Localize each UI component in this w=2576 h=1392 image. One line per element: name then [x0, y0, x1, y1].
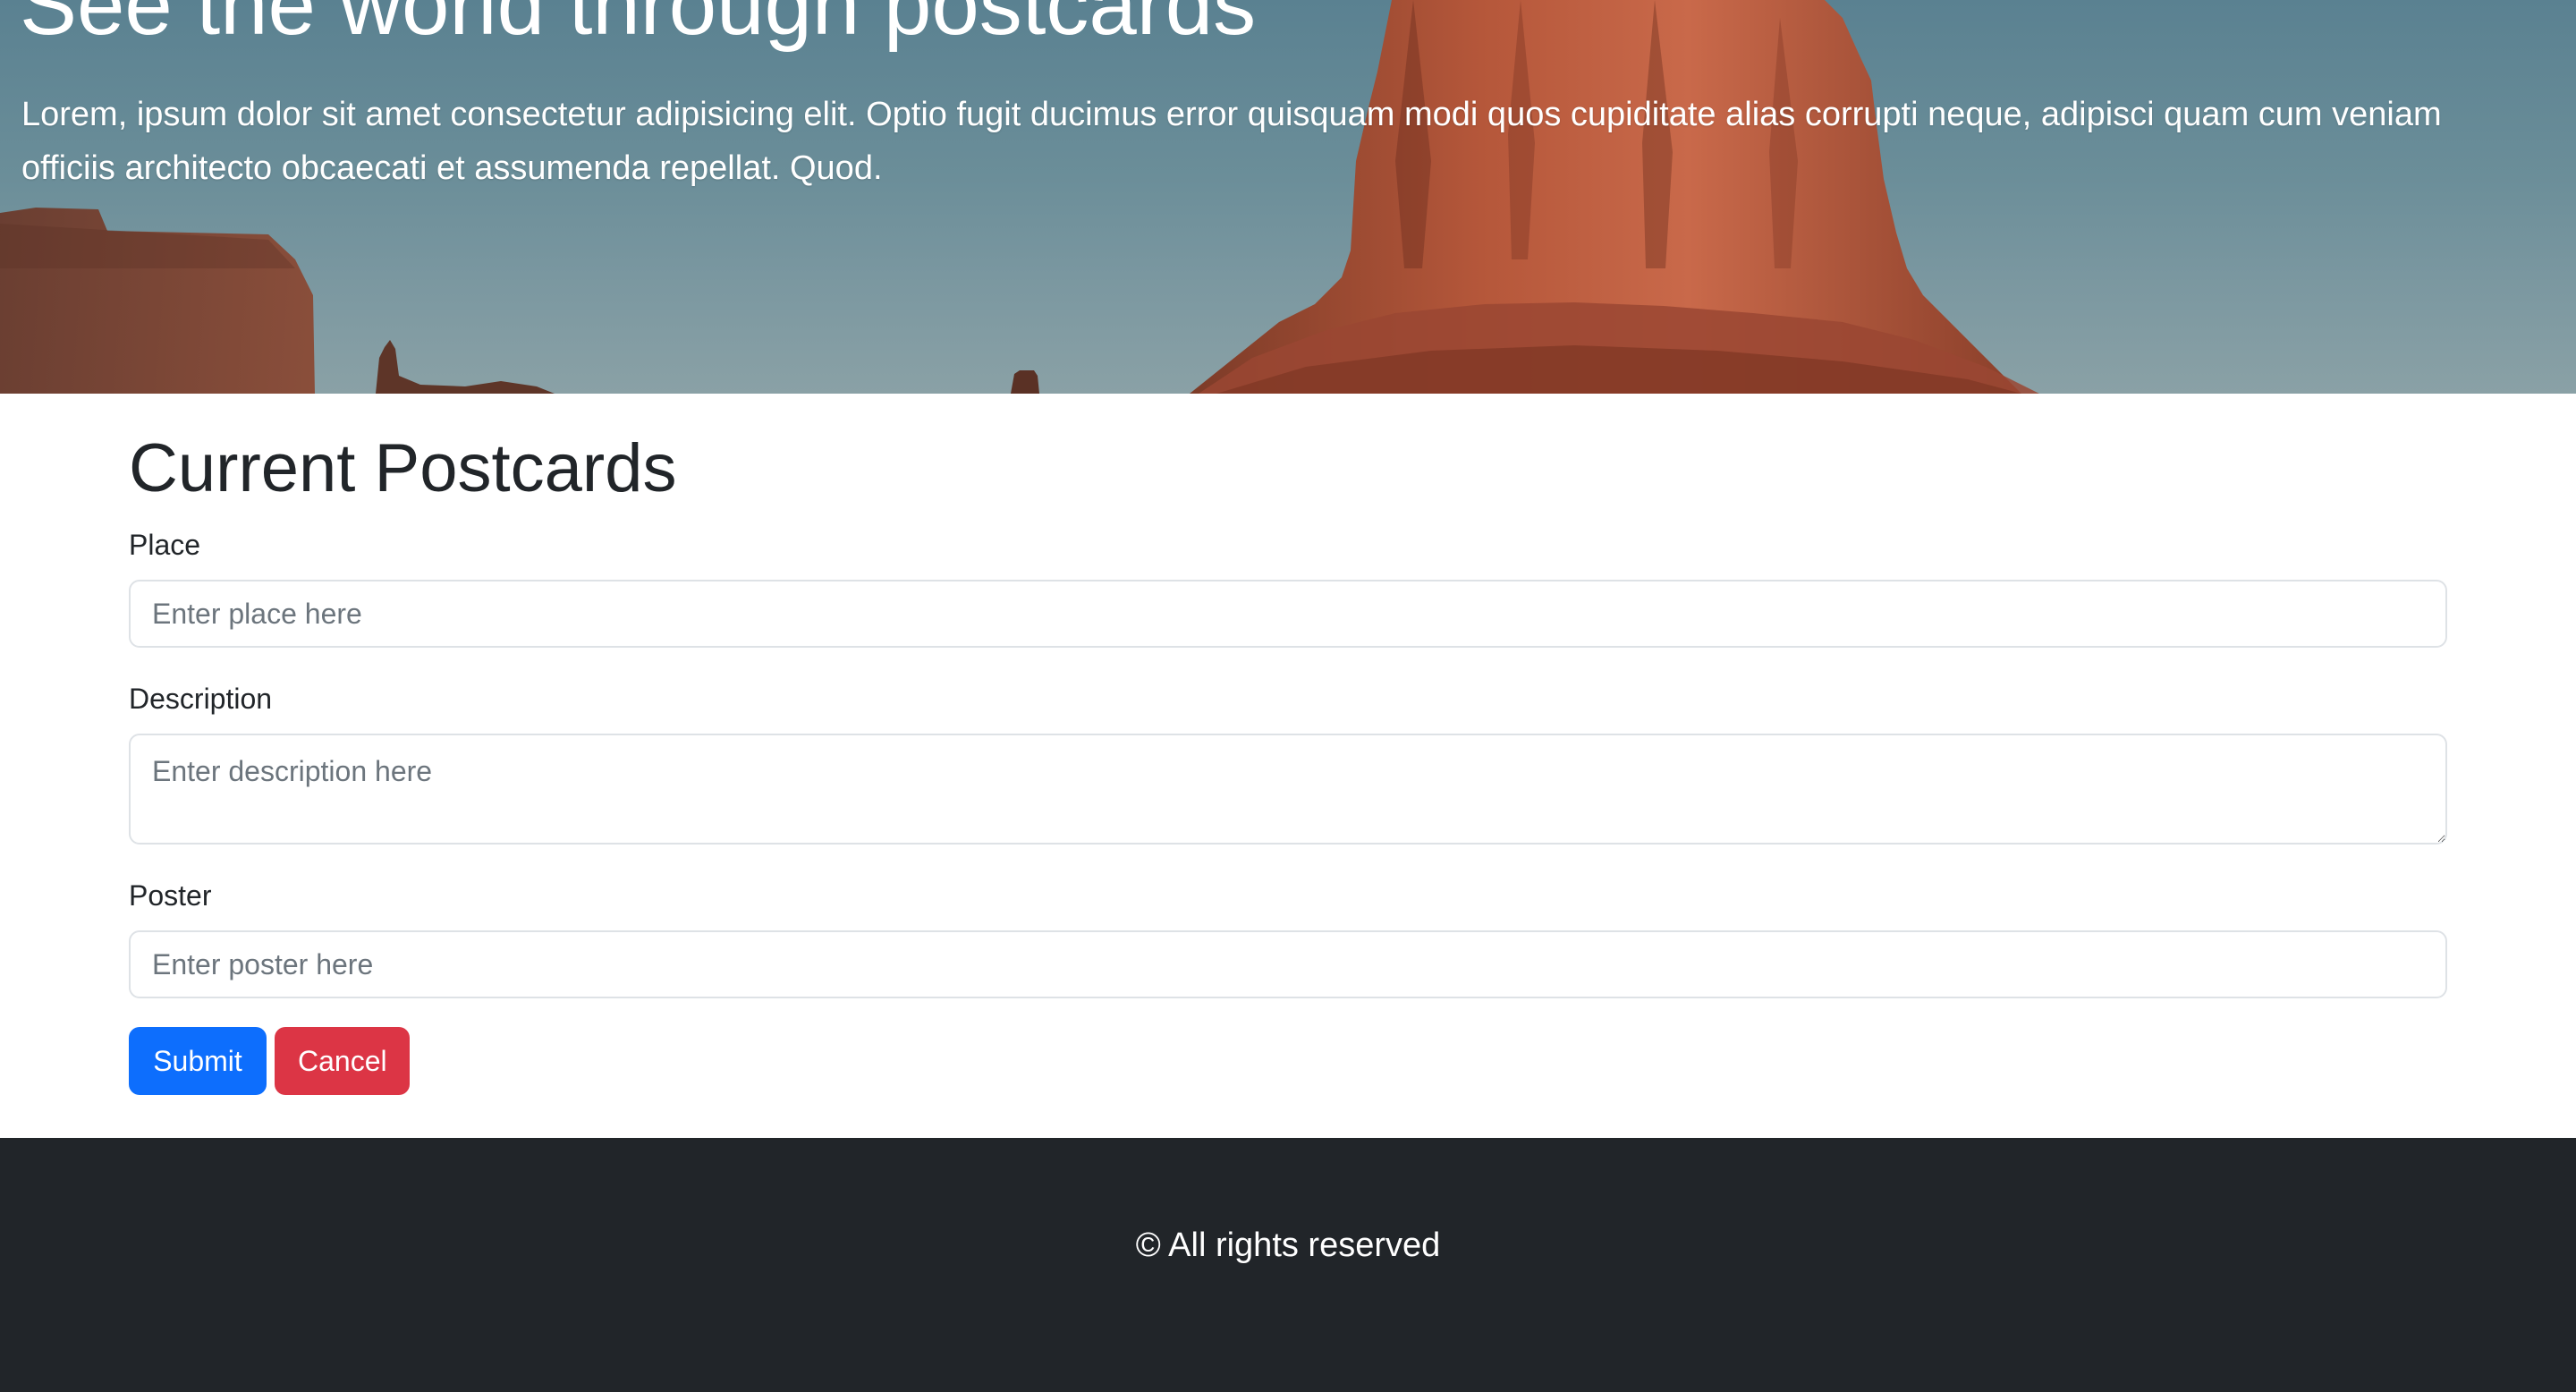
cancel-button[interactable]: Cancel — [275, 1027, 410, 1095]
hero-banner: See the world through postcards Lorem, i… — [0, 0, 2576, 394]
description-textarea[interactable] — [129, 734, 2447, 845]
poster-label: Poster — [129, 879, 212, 912]
submit-button[interactable]: Submit — [129, 1027, 267, 1095]
section-title: Current Postcards — [129, 430, 677, 506]
hero-background-image — [0, 0, 2039, 394]
hero-title: See the world through postcards — [20, 0, 1257, 53]
footer: © All rights reserved — [0, 1138, 2576, 1392]
description-label: Description — [129, 683, 273, 715]
page: See the world through postcards Lorem, i… — [0, 0, 2576, 1392]
place-label: Place — [129, 529, 201, 561]
poster-input[interactable] — [129, 930, 2447, 998]
footer-copyright: © All rights reserved — [1135, 1226, 1441, 1264]
place-input[interactable] — [129, 580, 2447, 648]
hero-lead-text: Lorem, ipsum dolor sit amet consectetur … — [21, 96, 2442, 187]
